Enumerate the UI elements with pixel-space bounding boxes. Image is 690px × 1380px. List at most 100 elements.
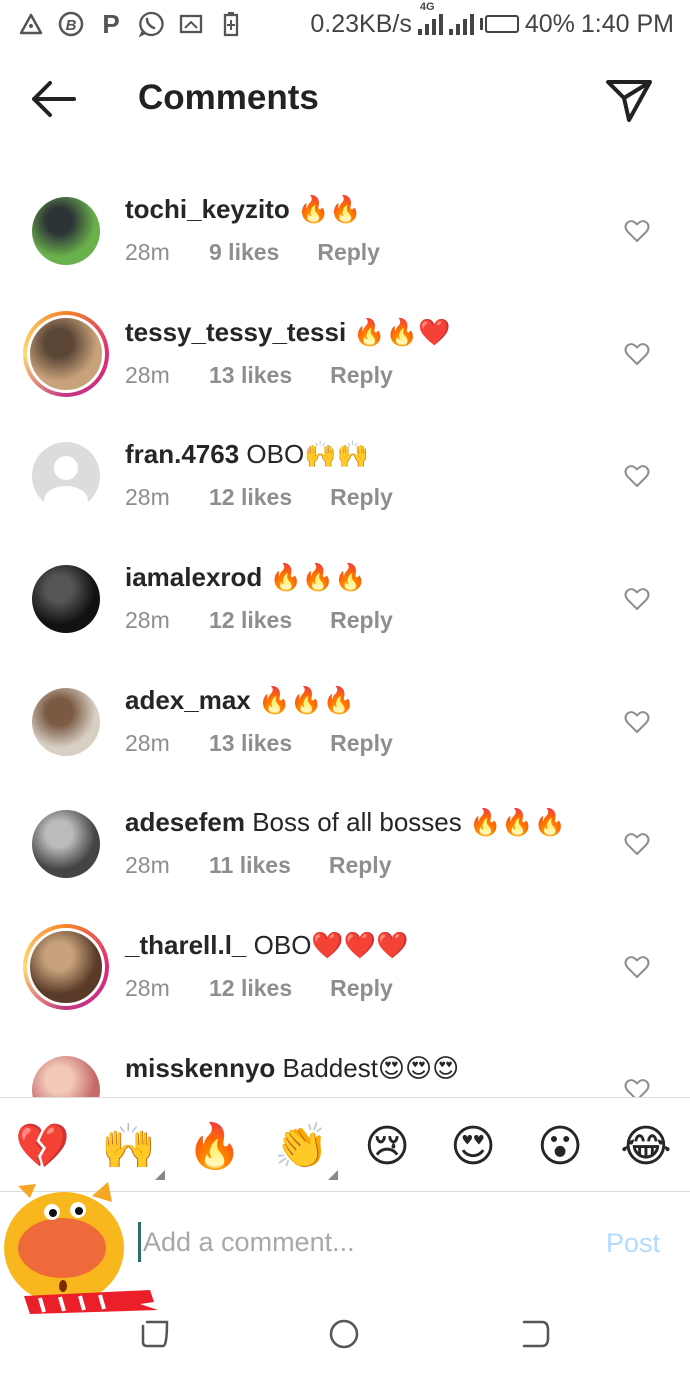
status-bar: B P 0.23KB/s 4G 40% 1:40 PM <box>0 0 690 48</box>
avatar[interactable] <box>32 197 100 265</box>
reply-button[interactable]: Reply <box>317 239 380 266</box>
tears-of-joy-emoji[interactable]: 😂 <box>619 1120 673 1174</box>
comment-likes[interactable]: 13 likes <box>209 362 292 389</box>
comment-text: _tharell.l_ OBO❤️❤️❤️ <box>125 930 409 961</box>
heart-outline-icon <box>624 833 650 856</box>
story-avatar[interactable] <box>23 924 109 1011</box>
reply-button[interactable]: Reply <box>330 484 393 511</box>
reply-button[interactable]: Reply <box>330 730 393 757</box>
comment-time: 28m <box>125 729 170 756</box>
avatar[interactable] <box>32 1055 100 1097</box>
comment-username[interactable]: adesefem <box>125 807 245 837</box>
clapping-hands-emoji[interactable]: 👏 <box>274 1120 338 1180</box>
avatar[interactable] <box>32 687 100 756</box>
emoji-glyph: 😍 <box>450 1122 496 1171</box>
comment-item[interactable]: adex_max 🔥🔥🔥 28m 13 likes Reply <box>0 666 690 789</box>
emoji-glyph: 😢 <box>364 1122 410 1171</box>
reply-button[interactable]: Reply <box>330 362 393 389</box>
comment-item[interactable]: tochi_keyzito 🔥🔥 28m 9 likes Reply <box>0 175 690 298</box>
comment-likes[interactable]: 11 likes <box>209 852 291 879</box>
cell-signal-icon: 4G <box>417 1 443 35</box>
comment-item[interactable]: iamalexrod 🔥🔥🔥 28m 12 likes Reply <box>0 543 690 666</box>
back-button[interactable] <box>28 76 80 122</box>
comment-likes[interactable]: 9 likes <box>209 239 279 266</box>
like-comment-button[interactable] <box>624 709 650 735</box>
like-comment-button[interactable] <box>624 954 650 980</box>
comment-input[interactable] <box>138 1222 578 1262</box>
comment-likes[interactable]: 12 likes <box>209 975 292 1002</box>
comment-body: 🔥🔥 <box>289 194 362 224</box>
comment-text: fran.4763 OBO🙌🙌 <box>125 439 369 470</box>
back-nav-button[interactable] <box>518 1316 554 1352</box>
comment-meta: 28m 12 likes Reply <box>125 607 393 634</box>
comment-time: 28m <box>125 239 170 265</box>
network-type: 4G <box>419 1 435 13</box>
comment-username[interactable]: misskennyo <box>125 1053 275 1083</box>
avatar[interactable] <box>32 810 100 879</box>
comment-time: 28m <box>125 607 170 634</box>
comment-username[interactable]: iamalexrod <box>125 562 262 592</box>
comment-item[interactable]: fran.4763 OBO🙌🙌 28m 12 likes Reply <box>0 420 690 543</box>
reply-button[interactable]: Reply <box>329 852 392 879</box>
comment-meta: 28m 12 likes Reply <box>125 975 393 1002</box>
comment-text: tochi_keyzito 🔥🔥 <box>125 194 362 225</box>
comment-meta: 28m 13 likes Reply <box>125 362 393 389</box>
whatsapp-icon <box>138 11 164 37</box>
share-button[interactable] <box>604 76 654 126</box>
comments-list[interactable]: tochi_keyzito 🔥🔥 28m 9 likes Reply tessy_tes… <box>0 175 690 1097</box>
like-comment-button[interactable] <box>624 341 650 367</box>
raising-hands-emoji[interactable]: 🙌 <box>101 1120 165 1180</box>
crying-face-emoji[interactable]: 😢 <box>360 1120 414 1174</box>
comment-time: 28m <box>125 484 170 511</box>
comment-likes[interactable]: 13 likes <box>209 730 292 757</box>
avatar[interactable] <box>32 565 100 634</box>
heart-outline-icon <box>624 342 650 365</box>
comment-item[interactable]: _tharell.l_ OBO❤️❤️❤️ 28m 12 likes Reply <box>0 911 690 1034</box>
comment-item[interactable]: adesefem Boss of all bosses 🔥🔥🔥 28m 11 lik… <box>0 788 690 911</box>
paypal-p-icon: P <box>98 11 124 37</box>
avatar[interactable] <box>32 442 100 511</box>
like-comment-button[interactable] <box>624 463 650 489</box>
page-title: Comments <box>138 78 319 117</box>
comment-likes[interactable]: 12 likes <box>209 484 292 511</box>
comment-text: adesefem Boss of all bosses 🔥🔥🔥 <box>125 807 566 838</box>
reply-button[interactable]: Reply <box>330 975 393 1002</box>
post-button[interactable]: Post <box>606 1228 660 1259</box>
heart-eyes-emoji[interactable]: 😍 <box>446 1120 500 1174</box>
like-comment-button[interactable] <box>624 831 650 857</box>
heart-outline-icon <box>624 710 650 733</box>
comment-item[interactable]: tessy_tessy_tessi 🔥🔥❤️ 28m 13 likes Reply <box>0 298 690 421</box>
surprised-face-emoji[interactable]: 😮 <box>533 1120 587 1174</box>
comment-username[interactable]: adex_max <box>125 685 251 715</box>
story-avatar[interactable] <box>23 310 109 397</box>
comment-item[interactable]: misskennyo Baddest😍😍😍28mReply <box>0 1034 690 1097</box>
comment-meta: 28m 12 likes Reply <box>125 484 393 511</box>
reply-button[interactable]: Reply <box>330 607 393 634</box>
comment-body: 🔥🔥❤️ <box>346 316 451 347</box>
comment-username[interactable]: tochi_keyzito <box>125 194 290 224</box>
comment-username[interactable]: fran.4763 <box>125 439 239 469</box>
back-icon <box>522 1320 550 1348</box>
fire-emoji[interactable]: 🔥 <box>187 1120 242 1174</box>
battery-percent: 40% <box>524 9 575 38</box>
comment-likes[interactable]: 12 likes <box>209 607 292 634</box>
skin-tone-indicator <box>328 1170 338 1180</box>
home-button[interactable] <box>326 1316 362 1352</box>
svg-text:B: B <box>66 17 77 34</box>
comment-text: adex_max 🔥🔥🔥 <box>125 685 355 716</box>
recent-apps-button[interactable] <box>137 1316 173 1352</box>
heart-outline-icon <box>624 588 650 611</box>
comment-username[interactable]: _tharell.l_ <box>125 930 246 960</box>
like-comment-button[interactable] <box>624 586 650 612</box>
broken-heart-emoji[interactable]: 💔 <box>15 1120 70 1174</box>
like-comment-button[interactable] <box>624 1077 650 1097</box>
paper-plane-icon <box>606 80 652 122</box>
battery-saver-icon <box>218 11 244 37</box>
comment-username[interactable]: tessy_tessy_tessi <box>125 317 346 347</box>
emoji-glyph: 🔥 <box>187 1122 242 1171</box>
heart-outline-icon <box>624 1078 650 1097</box>
cell-signal-2-icon <box>448 13 474 35</box>
comment-time: 28m <box>125 852 170 879</box>
emoji-glyph: 😂 <box>620 1122 672 1171</box>
like-comment-button[interactable] <box>624 218 650 244</box>
